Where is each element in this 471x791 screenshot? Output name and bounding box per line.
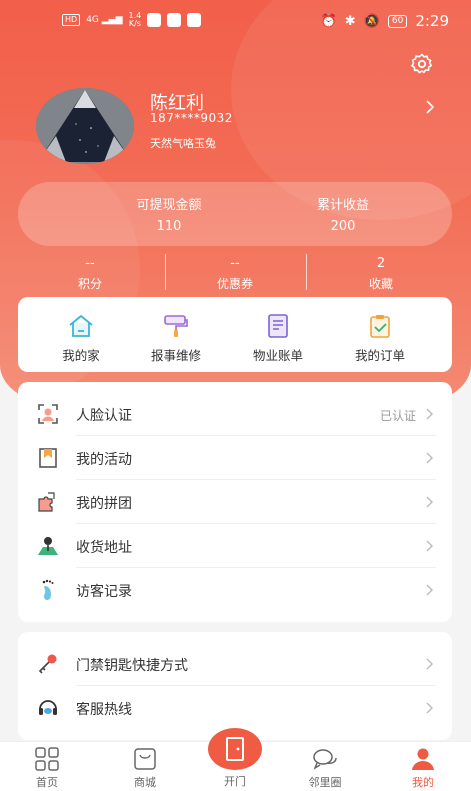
open-door-button[interactable] (208, 728, 262, 770)
chevron-right-icon (426, 584, 433, 596)
stat-label: 优惠券 (216, 277, 253, 291)
quick-action-repair[interactable]: 报事维修 (126, 313, 226, 364)
user-icon (412, 748, 434, 770)
nav-label: 首页 (36, 776, 58, 789)
earnings-value: 200 (330, 219, 356, 234)
stat-favorites[interactable]: 2 收藏 (326, 256, 436, 292)
menu-item-label: 收货地址 (76, 540, 132, 556)
bluetooth-icon: ✱ (344, 13, 356, 29)
status-badge: 已认证 (379, 409, 416, 423)
order-icon (370, 315, 390, 338)
nav-tab-neighborhood[interactable]: 邻里圈 (285, 746, 365, 790)
quick-action-label: 我的订单 (354, 348, 405, 363)
menu-item-door-key-shortcut[interactable]: 门禁钥匙快捷方式 (18, 642, 452, 686)
status-bar: HD 4G ▂▄▆ 1.4 K/s ⏰ ✱ 🔕 60 2:29 (0, 0, 471, 40)
quick-action-label: 报事维修 (150, 348, 201, 363)
face-scan-icon (38, 404, 58, 424)
quick-action-label: 我的家 (62, 348, 100, 363)
menu-item-label: 人脸认证 (76, 408, 132, 424)
signal-indicator: 4G ▂▄▆ (86, 15, 123, 25)
menu-item-visitor-records[interactable]: 访客记录 (18, 568, 452, 612)
chevron-right-icon (426, 408, 433, 420)
menu-card-services: 门禁钥匙快捷方式 客服热线 (18, 632, 452, 740)
nav-label: 商城 (134, 776, 156, 789)
withdrawable-label: 可提现金额 (136, 198, 202, 213)
nav-label: 开门 (224, 775, 246, 788)
door-icon (226, 737, 244, 761)
chevron-right-icon (426, 452, 433, 464)
menu-item-label: 我的活动 (76, 452, 132, 468)
menu-item-label: 访客记录 (76, 584, 132, 600)
chevron-right-icon (426, 540, 433, 552)
chevron-right-icon (426, 702, 433, 714)
mute-icon: 🔕 (363, 13, 380, 29)
nav-label: 邻里圈 (308, 776, 342, 789)
menu-item-group-buy[interactable]: 我的拼团 (18, 480, 452, 524)
quick-action-property-bill[interactable]: 物业账单 (228, 313, 328, 364)
chevron-right-icon[interactable] (424, 100, 436, 114)
chat-bubbles-icon (313, 749, 337, 770)
quick-action-my-orders[interactable]: 我的订单 (330, 313, 430, 364)
home-icon (69, 315, 93, 337)
nav-tab-open-door[interactable]: 开门 (195, 728, 275, 789)
menu-item-label: 客服热线 (76, 702, 132, 718)
user-phone: 187****9032 (150, 111, 233, 125)
map-pin-icon (38, 537, 58, 555)
earnings-label: 累计收益 (316, 198, 369, 213)
menu-item-label: 我的拼团 (76, 496, 132, 512)
quick-actions-card: 我的家 报事维修 物业账单 我的订单 (18, 297, 452, 372)
avatar-image (36, 88, 134, 164)
divider (165, 254, 166, 290)
alarm-icon: ⏰ (320, 13, 337, 29)
nav-tab-mine[interactable]: 我的 (383, 746, 463, 790)
withdrawable-balance[interactable]: 可提现金额 110 (109, 194, 229, 234)
stat-value: -- (230, 256, 240, 271)
chevron-right-icon (426, 658, 433, 670)
divider (306, 254, 307, 290)
key-icon (38, 654, 57, 674)
menu-item-face-auth[interactable]: 人脸认证 已认证 (18, 392, 452, 436)
avatar[interactable] (36, 88, 134, 164)
notification-app-icon (187, 13, 202, 27)
menu-item-label: 门禁钥匙快捷方式 (76, 658, 188, 674)
quick-action-label: 物业账单 (252, 348, 303, 363)
paint-roller-icon (164, 315, 188, 337)
chevron-right-icon (426, 496, 433, 508)
network-speed: 1.4 K/s (128, 11, 142, 28)
menu-item-shipping-address[interactable]: 收货地址 (18, 524, 452, 568)
nav-label: 我的 (412, 776, 434, 789)
footprint-icon (42, 579, 54, 600)
stat-value: -- (85, 256, 95, 271)
user-signature: 天然气咯玉兔 (150, 137, 216, 150)
nav-tab-mall[interactable]: 商城 (105, 746, 185, 790)
headset-icon (39, 700, 57, 715)
quick-action-my-home[interactable]: 我的家 (31, 313, 131, 364)
clock: 2:29 (415, 12, 449, 30)
menu-item-my-activities[interactable]: 我的活动 (18, 436, 452, 480)
nav-tab-home[interactable]: 首页 (7, 746, 87, 790)
activity-flag-icon (39, 448, 57, 468)
balance-card: 可提现金额 110 累计收益 200 (18, 182, 452, 246)
stat-coupons[interactable]: -- 优惠券 (180, 256, 290, 292)
basket-icon (134, 748, 156, 770)
notification-app-icon (147, 13, 162, 27)
bill-icon (268, 314, 288, 338)
bottom-nav: 首页 商城 开门 邻里圈 我的 (0, 728, 471, 791)
menu-card-account: 人脸认证 已认证 我的活动 我的拼团 收货地址 访客记录 (18, 382, 452, 622)
notification-app-icon (167, 13, 182, 27)
total-earnings[interactable]: 累计收益 200 (283, 194, 403, 234)
stat-label: 收藏 (368, 277, 393, 291)
puzzle-icon (38, 492, 55, 512)
grid-icon (35, 747, 59, 771)
menu-item-customer-service[interactable]: 客服热线 (18, 686, 452, 730)
hd-indicator: HD (62, 14, 81, 26)
stat-points[interactable]: -- 积分 (35, 256, 145, 292)
stat-label: 积分 (77, 277, 102, 291)
gear-icon[interactable] (410, 52, 434, 76)
withdrawable-value: 110 (156, 219, 182, 234)
battery-indicator: 60 (387, 14, 408, 28)
stat-value: 2 (376, 256, 386, 271)
